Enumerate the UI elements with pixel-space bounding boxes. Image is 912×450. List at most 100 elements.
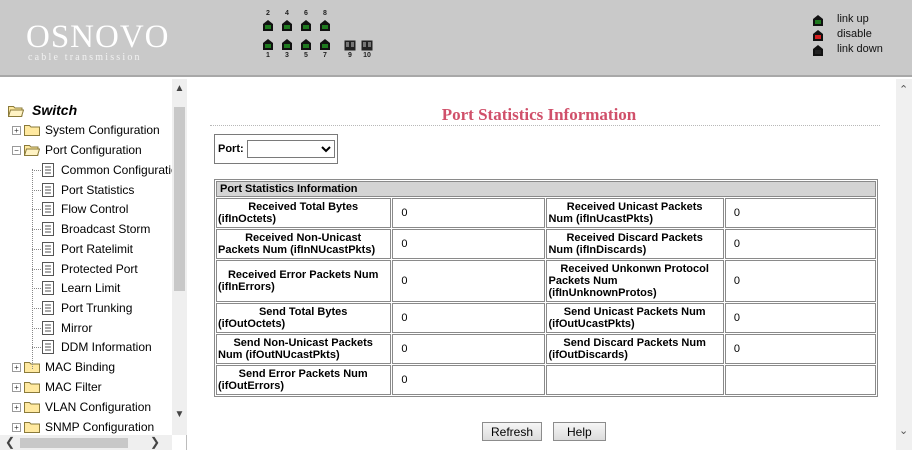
sidebar-vertical-scrollbar[interactable]: ▲ ▼ xyxy=(172,79,187,435)
sidebar-item-label: VLAN Configuration xyxy=(45,400,152,414)
sidebar-hscroll-thumb[interactable] xyxy=(20,438,128,448)
sidebar-item-port-ratelimit[interactable]: Port Ratelimit xyxy=(0,239,172,259)
port-4-icon[interactable] xyxy=(281,19,293,32)
folder-icon xyxy=(24,124,40,136)
sidebar-item-common-configuratio[interactable]: Common Configuratio xyxy=(0,160,172,180)
sidebar-item-label: Port Trunking xyxy=(61,300,133,315)
stat-label-cell: Send Non-Unicast Packets Num (ifOutNUcast… xyxy=(216,334,392,364)
stat-label-cell: Send Total Bytes (ifOutOctets) xyxy=(216,303,392,333)
sidebar-item-learn-limit[interactable]: Learn Limit xyxy=(0,278,172,298)
collapse-icon[interactable]: − xyxy=(12,146,21,155)
tree-connector xyxy=(32,307,41,309)
header-banner: OSNOVO cable transmission 2 4 6 8 1 3 5 7 9 10 li… xyxy=(0,0,912,77)
stat-value-cell: 0 xyxy=(392,365,546,395)
stat-label-line: Received Discard Packets xyxy=(566,232,703,244)
main-scroll-down-icon[interactable]: ⌄ xyxy=(899,424,908,437)
port-label: Port: xyxy=(218,143,244,155)
sidebar-item-mac-binding[interactable]: + MAC Binding xyxy=(0,357,172,377)
stat-label-cell: Received Error Packets Num (ifInErrors) xyxy=(216,260,392,302)
open-folder-icon xyxy=(8,106,24,117)
legend-label: link up xyxy=(837,13,869,25)
port-3-number: 3 xyxy=(285,52,289,59)
sidebar-item-label: Mirror xyxy=(61,320,93,335)
sidebar-item-label: Learn Limit xyxy=(61,281,121,296)
refresh-button[interactable]: Refresh xyxy=(482,422,543,441)
sidebar-item-broadcast-storm[interactable]: Broadcast Storm xyxy=(0,219,172,239)
sidebar-horizontal-scrollbar[interactable]: ❮ ❯ xyxy=(0,435,172,450)
sidebar-item-label: MAC Filter xyxy=(45,380,102,394)
sidebar-item-label: SNMP Configuration xyxy=(45,420,155,434)
port-1-icon[interactable] xyxy=(262,38,274,51)
port-10-number: 10 xyxy=(363,52,371,59)
main-scroll-up-icon[interactable]: ⌃ xyxy=(899,83,908,96)
sidebar-item-port-trunking[interactable]: Port Trunking xyxy=(0,298,172,318)
sidebar-scroll-thumb[interactable] xyxy=(174,107,185,291)
port-2-icon[interactable] xyxy=(262,19,274,32)
sidebar-item-port-configuration[interactable]: − Port Configuration xyxy=(0,140,172,160)
expand-icon[interactable]: + xyxy=(12,363,21,372)
page-icon xyxy=(42,241,54,256)
sidebar-item-label: Port Ratelimit xyxy=(61,241,134,256)
sidebar-item-port-statistics[interactable]: Port Statistics xyxy=(0,180,172,200)
port-2-number: 2 xyxy=(266,10,270,17)
open-folder-icon xyxy=(23,144,41,156)
tree-connector xyxy=(32,169,33,369)
expand-icon[interactable]: + xyxy=(12,126,21,135)
stat-label-line: Received Error Packets Num xyxy=(227,269,379,281)
stat-label-line: Packets Num xyxy=(548,275,618,287)
sidebar-item-system-configuration[interactable]: + System Configuration xyxy=(0,120,172,140)
stat-label-line: (ifOutOctets) xyxy=(218,318,286,330)
scroll-up-arrow-icon[interactable]: ▲ xyxy=(174,83,185,95)
port-8-icon[interactable] xyxy=(319,19,331,32)
table-row: Send Error Packets Num (ifOutErrors) 0 xyxy=(216,365,876,395)
stat-label-line: Send Error Packets Num xyxy=(238,368,368,380)
legend-row: link down xyxy=(812,42,902,57)
port-6-icon[interactable] xyxy=(300,19,312,32)
port-5-number: 5 xyxy=(304,52,308,59)
scroll-down-arrow-icon[interactable]: ▼ xyxy=(174,409,185,421)
port-selector-box: Port: xyxy=(214,134,338,164)
tree-root-label: Switch xyxy=(32,102,78,118)
legend-label: disable xyxy=(837,28,872,40)
stat-value-cell: 0 xyxy=(724,334,876,364)
sidebar-item-vlan-configuration[interactable]: + VLAN Configuration xyxy=(0,397,172,417)
button-row: Refresh Help xyxy=(194,422,884,442)
stat-value-cell: 0 xyxy=(724,303,876,333)
expand-icon[interactable]: + xyxy=(12,383,21,392)
sidebar-item-label: Flow Control xyxy=(61,202,129,217)
port-1-number: 1 xyxy=(266,52,270,59)
sidebar-item-snmp-configuration[interactable]: + SNMP Configuration xyxy=(0,417,172,435)
expand-icon[interactable]: + xyxy=(12,423,21,432)
stat-value-cell xyxy=(724,365,876,395)
sidebar-item-protected-port[interactable]: Protected Port xyxy=(0,259,172,279)
main-vertical-scrollbar[interactable]: ⌃ ⌄ xyxy=(896,79,912,450)
folder-icon xyxy=(24,421,40,433)
page-icon xyxy=(42,222,54,237)
stat-label-cell: Send Unicast Packets Num (ifOutUcastPkts) xyxy=(546,303,724,333)
statistics-rows: Received Total Bytes (ifInOctets) 0 Receive… xyxy=(216,198,876,395)
stat-value-cell: 0 xyxy=(724,198,876,228)
sidebar-item-mac-filter[interactable]: + MAC Filter xyxy=(0,377,172,397)
stat-value-cell: 0 xyxy=(724,229,876,259)
expand-icon[interactable]: + xyxy=(12,403,21,412)
sidebar-item-mirror[interactable]: Mirror xyxy=(0,318,172,338)
help-button[interactable]: Help xyxy=(553,422,606,441)
scroll-left-arrow-icon[interactable]: ❮ xyxy=(5,435,15,449)
port-select[interactable] xyxy=(247,140,335,158)
tree-connector xyxy=(32,189,41,191)
stat-label-line: (ifOutErrors) xyxy=(218,380,284,392)
sidebar-item-label: MAC Binding xyxy=(45,360,116,374)
sidebar-item-flow-control[interactable]: Flow Control xyxy=(0,199,172,219)
stat-label-line: Send Non-Unicast Packets xyxy=(233,337,373,349)
table-row: Received Error Packets Num (ifInErrors) 0 R… xyxy=(216,260,876,302)
sidebar-item-ddm-information[interactable]: DDM Information xyxy=(0,337,172,357)
port-5-icon[interactable] xyxy=(300,38,312,51)
stat-value-cell: 0 xyxy=(392,198,546,228)
title-divider xyxy=(210,125,880,126)
scroll-right-arrow-icon[interactable]: ❯ xyxy=(150,435,160,449)
legend-port-icon xyxy=(812,44,824,56)
port-7-icon[interactable] xyxy=(319,38,331,51)
stat-label-line: Packets Num (ifInNUcastPkts) xyxy=(218,244,376,256)
port-3-icon[interactable] xyxy=(281,38,293,51)
page-icon xyxy=(42,340,54,355)
